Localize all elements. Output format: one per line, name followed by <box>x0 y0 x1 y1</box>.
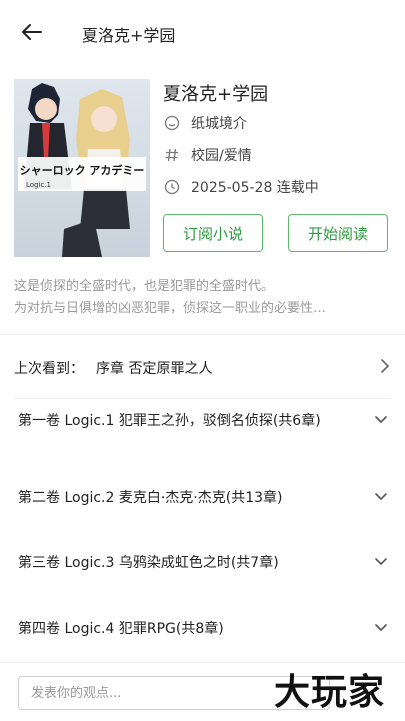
update-status-text: 2025-05-28 连载中 <box>191 180 319 196</box>
volume-item-4[interactable]: 第四卷 Logic.4 犯罪RPG(共8章) <box>18 618 388 640</box>
book-title: 夏洛克+学园 <box>163 84 269 105</box>
cover-title-text: シャーロック アカデミー <box>20 163 145 177</box>
author-row: 纸城境介 <box>163 113 247 133</box>
chevron-down-icon <box>374 410 388 432</box>
last-read-label: 上次看到： <box>14 361 84 377</box>
top-bar: 夏洛克+学园 <box>0 0 405 66</box>
hashtag-icon <box>163 146 181 164</box>
description-line-1: 这是侦探的全盛时代，也是犯罪的全盛时代。 <box>14 279 275 294</box>
back-arrow-icon[interactable] <box>18 20 46 44</box>
chevron-down-icon <box>374 487 388 509</box>
divider <box>14 398 391 399</box>
volume-title: 第四卷 Logic.4 犯罪RPG(共8章) <box>18 621 224 637</box>
watermark-logo: 大玩家 <box>274 671 386 713</box>
start-reading-button[interactable]: 开始阅读 <box>288 214 388 252</box>
chevron-down-icon <box>374 618 388 640</box>
volume-item-2[interactable]: 第二卷 Logic.2 麦克白·杰克·杰克(共13章) <box>18 487 388 509</box>
volume-title: 第三卷 Logic.3 乌鸦染成虹色之时(共7章) <box>18 555 279 571</box>
update-row: 2025-05-28 连载中 <box>163 177 319 197</box>
page-title: 夏洛克+学园 <box>82 26 176 45</box>
smile-user-icon <box>163 114 181 132</box>
tags-text: 校园/爱情 <box>191 148 252 164</box>
volume-title: 第一卷 Logic.1 犯罪王之孙，驳倒名侦探(共6章) <box>18 413 321 429</box>
book-cover-image: シャーロック アカデミー Logic.1 <box>14 79 150 257</box>
subscribe-button[interactable]: 订阅小说 <box>163 214 263 252</box>
description-line-2: 为对抗与日俱增的凶恶犯罪，侦探这一职业的必要性… <box>14 301 327 316</box>
volume-title: 第二卷 Logic.2 麦克白·杰克·杰克(共13章) <box>18 490 283 506</box>
chevron-down-icon <box>374 552 388 574</box>
tags-row: 校园/爱情 <box>163 145 252 165</box>
author-name: 纸城境介 <box>191 116 247 132</box>
cover-sub-text: Logic.1 <box>26 181 51 189</box>
volume-item-1[interactable]: 第一卷 Logic.1 犯罪王之孙，驳倒名侦探(共6章) <box>18 410 388 432</box>
clock-icon <box>163 178 181 196</box>
volume-item-3[interactable]: 第三卷 Logic.3 乌鸦染成虹色之时(共7章) <box>18 552 388 574</box>
last-read-chapter: 序章 否定原罪之人 <box>96 361 213 377</box>
last-read-row[interactable]: 上次看到： 序章 否定原罪之人 <box>14 350 390 386</box>
divider <box>0 334 405 335</box>
book-description[interactable]: 这是侦探的全盛时代，也是犯罪的全盛时代。 为对抗与日俱增的凶恶犯罪，侦探这一职业… <box>14 276 390 320</box>
chevron-right-icon <box>380 358 390 378</box>
